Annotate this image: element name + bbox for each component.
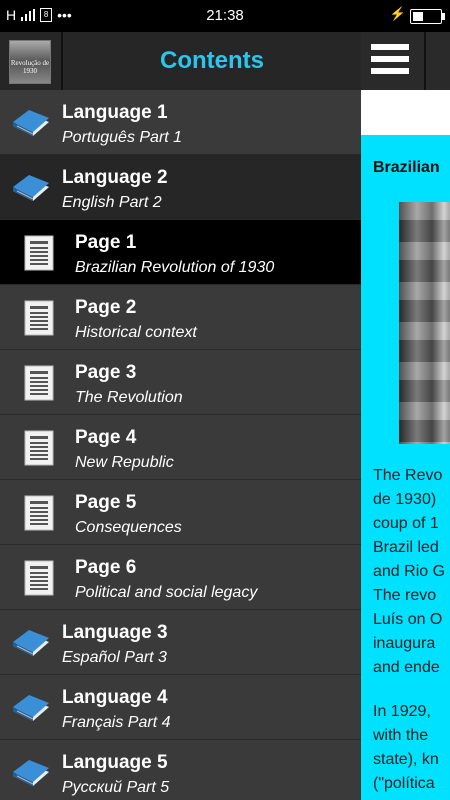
article-line: coup of 1 — [373, 515, 439, 532]
item-title: Page 6 — [75, 557, 137, 578]
item-title: Page 2 — [75, 297, 137, 318]
article-line: and ende — [373, 659, 440, 676]
document-icon — [24, 495, 54, 531]
article-photo — [399, 202, 450, 444]
article-line: Brazil led — [373, 539, 439, 556]
app-toolbar — [361, 32, 450, 90]
toolbar-subbar — [361, 90, 450, 135]
item-subtitle: Русский Part 5 — [62, 779, 170, 796]
item-title: Page 3 — [75, 362, 137, 383]
item-title: Language 2 — [62, 167, 168, 188]
item-subtitle: Português Part 1 — [62, 129, 183, 146]
contents-list: Language 1 Português Part 1 Language 2 Engl… — [0, 90, 361, 800]
article-line: inaugura — [373, 635, 436, 652]
item-subtitle: Political and social legacy — [75, 584, 258, 601]
page-item[interactable]: Page 1 Brazilian Revolution of 1930 — [0, 220, 361, 285]
item-subtitle: English Part 2 — [62, 194, 162, 211]
charging-icon: ⚡ — [389, 6, 406, 21]
item-title: Language 5 — [62, 752, 168, 773]
page-item[interactable]: Page 3 The Revolution — [0, 350, 361, 415]
document-icon — [24, 300, 54, 336]
status-bar: H 8 ••• 21:38 ⚡ — [0, 0, 450, 32]
page-item[interactable]: Page 6 Political and social legacy — [0, 545, 361, 610]
item-title: Page 5 — [75, 492, 137, 513]
article-content: Brazilian The Revo de 1930) coup of 1 Brazi… — [361, 32, 450, 800]
item-subtitle: Consequences — [75, 519, 182, 536]
book-icon — [11, 628, 51, 658]
document-icon — [24, 430, 54, 466]
book-icon — [11, 758, 51, 788]
clock: 21:38 — [206, 7, 244, 24]
page-item[interactable]: Page 4 New Republic — [0, 415, 361, 480]
item-subtitle: The Revolution — [75, 389, 183, 406]
item-title: Language 4 — [62, 687, 168, 708]
article-line: state), kn — [373, 751, 439, 768]
article-line: In 1929, — [373, 703, 431, 720]
item-subtitle: Français Part 4 — [62, 714, 171, 731]
language-item[interactable]: Language 2 English Part 2 — [0, 155, 361, 220]
item-title: Language 3 — [62, 622, 168, 643]
menu-icon[interactable] — [371, 44, 409, 78]
document-icon — [24, 560, 54, 596]
article-line: Luís on O — [373, 611, 443, 628]
item-title: Page 1 — [75, 232, 137, 253]
book-icon — [11, 173, 51, 203]
language-item[interactable]: Language 3 Español Part 3 — [0, 610, 361, 675]
item-title: Language 1 — [62, 102, 168, 123]
article-line: and Rio G — [373, 563, 446, 580]
language-item[interactable]: Language 1 Português Part 1 — [0, 90, 361, 155]
item-subtitle: Historical context — [75, 324, 197, 341]
item-subtitle: New Republic — [75, 454, 174, 471]
article-line: The revo — [373, 587, 437, 604]
article-line: The Revo — [373, 467, 443, 484]
language-item[interactable]: Language 4 Français Part 4 — [0, 675, 361, 740]
battery-icon — [410, 9, 445, 24]
navigation-drawer: Revolução de 1930 Contents Language 1 Por… — [0, 32, 361, 800]
article-line: de 1930) — [373, 491, 437, 508]
language-item[interactable]: Language 5 Русский Part 5 — [0, 740, 361, 800]
drawer-header: Revolução de 1930 Contents — [0, 32, 361, 92]
page-item[interactable]: Page 5 Consequences — [0, 480, 361, 545]
drawer-title: Contents — [160, 47, 264, 74]
page-item[interactable]: Page 2 Historical context — [0, 285, 361, 350]
item-title: Page 4 — [75, 427, 137, 448]
item-subtitle: Brazilian Revolution of 1930 — [75, 259, 275, 276]
document-icon — [24, 365, 54, 401]
app-logo: Revolução de 1930 — [9, 40, 51, 84]
item-subtitle: Español Part 3 — [62, 649, 167, 666]
document-icon — [24, 235, 54, 271]
book-icon — [11, 108, 51, 138]
article-title: Brazilian — [373, 159, 440, 176]
article-line: with the — [373, 727, 429, 744]
book-icon — [11, 693, 51, 723]
article-line: ("política — [373, 775, 435, 792]
